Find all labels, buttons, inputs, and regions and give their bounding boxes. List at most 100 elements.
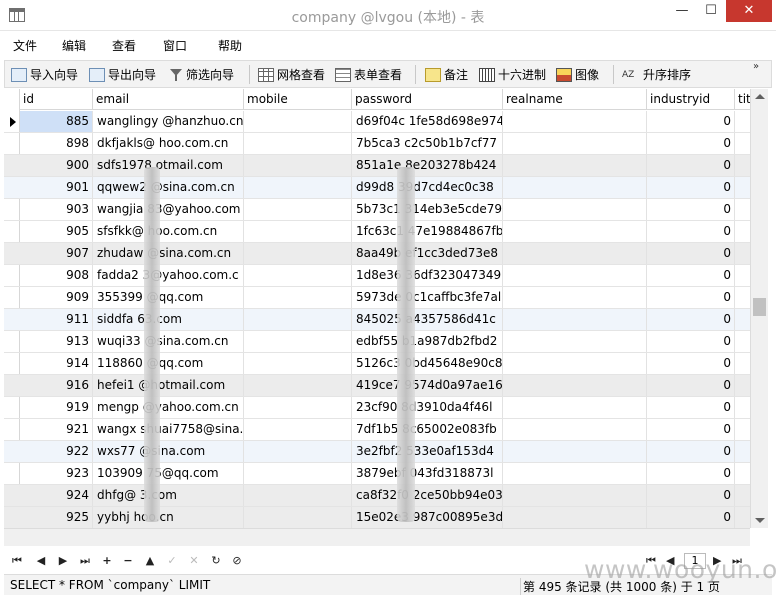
cell-title[interactable] (735, 353, 750, 374)
cell-email[interactable]: dkfjakls@ hoo.com.cn (93, 133, 244, 154)
cell-email[interactable]: qqwew2 @sina.com.cn (93, 177, 244, 198)
sort-ascending-button[interactable]: AZ 升序排序 (622, 65, 691, 84)
cell-id[interactable]: 885 (20, 111, 93, 132)
cell-industryid[interactable]: 0 (647, 133, 735, 154)
cell-password[interactable]: 1d8e36 36df323047349 (352, 265, 503, 286)
cell-mobile[interactable] (244, 177, 352, 198)
cell-mobile[interactable] (244, 243, 352, 264)
cell-password[interactable]: 7df1b5 8c65002e083fb (352, 419, 503, 440)
cell-mobile[interactable] (244, 441, 352, 462)
scroll-thumb[interactable] (753, 298, 766, 316)
cell-title[interactable] (735, 111, 750, 132)
cell-realname[interactable] (503, 507, 647, 528)
cell-industryid[interactable]: 0 (647, 463, 735, 484)
column-header-id[interactable]: id (20, 89, 93, 110)
cell-id[interactable]: 911 (20, 309, 93, 330)
cell-industryid[interactable]: 0 (647, 419, 735, 440)
cell-password[interactable]: 5b73c1 314eb3e5cde79 (352, 199, 503, 220)
scroll-up-icon[interactable] (755, 94, 765, 99)
cell-id[interactable]: 898 (20, 133, 93, 154)
horizontal-scrollbar[interactable] (4, 528, 750, 546)
cell-id[interactable]: 916 (20, 375, 93, 396)
table-row[interactable]: 905 sfsfkk@ hoo.com.cn 1fc63c1 47e19884867… (4, 221, 750, 243)
cell-password[interactable]: 7b5ca3 c2c50b1b7cf77 (352, 133, 503, 154)
cell-title[interactable] (735, 265, 750, 286)
table-row[interactable]: 925 yybhj hoo.cn 15e02e3 987c00895e3d 0 (4, 507, 750, 528)
cell-id[interactable]: 901 (20, 177, 93, 198)
move-up-button[interactable]: ▲ (143, 554, 157, 568)
minimize-button[interactable]: — (668, 0, 696, 22)
table-row[interactable]: 903 wangjia 83@yahoo.com 5b73c1 314eb3e5cd… (4, 199, 750, 221)
apply-changes-button[interactable]: ✓ (165, 554, 179, 568)
stop-button[interactable]: ⊘ (230, 554, 244, 568)
delete-record-button[interactable]: − (121, 554, 135, 568)
cell-realname[interactable] (503, 485, 647, 506)
scroll-down-icon[interactable] (755, 518, 765, 523)
hex-button[interactable]: 十六进制 (479, 65, 546, 84)
cell-password[interactable]: 23cf90 8d3910da4f46l (352, 397, 503, 418)
first-record-button[interactable]: ⏮ (10, 554, 24, 568)
cell-realname[interactable] (503, 111, 647, 132)
table-row[interactable]: 909 355399 @qq.com 5973de 0c1caffbc3fe7al 0 (4, 287, 750, 309)
cell-email[interactable]: sfsfkk@ hoo.com.cn (93, 221, 244, 242)
cell-industryid[interactable]: 0 (647, 155, 735, 176)
cell-realname[interactable] (503, 265, 647, 286)
cell-realname[interactable] (503, 221, 647, 242)
cell-realname[interactable] (503, 375, 647, 396)
menu-view[interactable]: 查看 (112, 37, 136, 54)
cell-realname[interactable] (503, 199, 647, 220)
cell-realname[interactable] (503, 243, 647, 264)
vertical-scrollbar[interactable] (750, 89, 768, 528)
memo-button[interactable]: 备注 (425, 65, 468, 84)
cell-realname[interactable] (503, 177, 647, 198)
cell-email[interactable]: 103909 75@qq.com (93, 463, 244, 484)
cell-industryid[interactable]: 0 (647, 353, 735, 374)
refresh-button[interactable]: ↻ (209, 554, 223, 568)
grid-view-button[interactable]: 网格查看 (258, 65, 325, 84)
cell-industryid[interactable]: 0 (647, 177, 735, 198)
cell-title[interactable] (735, 287, 750, 308)
cell-industryid[interactable]: 0 (647, 287, 735, 308)
cell-id[interactable]: 919 (20, 397, 93, 418)
cell-password[interactable]: edbf55 b1a987db2fbd2 (352, 331, 503, 352)
table-row[interactable]: 911 siddfa 63.com 845025 a4357586d41c 0 (4, 309, 750, 331)
cell-password[interactable]: 15e02e3 987c00895e3d (352, 507, 503, 528)
cell-password[interactable]: d69f04c 1fe58d698e974 (352, 111, 503, 132)
cell-id[interactable]: 903 (20, 199, 93, 220)
cell-industryid[interactable]: 0 (647, 243, 735, 264)
cell-mobile[interactable] (244, 221, 352, 242)
menu-window[interactable]: 窗口 (163, 37, 187, 54)
cell-email[interactable]: 355399 @qq.com (93, 287, 244, 308)
cancel-changes-button[interactable]: ✕ (187, 554, 201, 568)
cell-id[interactable]: 907 (20, 243, 93, 264)
cell-title[interactable] (735, 397, 750, 418)
cell-realname[interactable] (503, 353, 647, 374)
cell-mobile[interactable] (244, 485, 352, 506)
cell-email[interactable]: wuqi33 @sina.com.cn (93, 331, 244, 352)
cell-password[interactable]: 845025 a4357586d41c (352, 309, 503, 330)
cell-realname[interactable] (503, 287, 647, 308)
cell-email[interactable]: hefei1 @hotmail.com (93, 375, 244, 396)
add-record-button[interactable]: + (100, 554, 114, 568)
cell-email[interactable]: yybhj hoo.cn (93, 507, 244, 528)
cell-id[interactable]: 923 (20, 463, 93, 484)
cell-id[interactable]: 914 (20, 353, 93, 374)
cell-password[interactable]: 851a1e 8e203278b424 (352, 155, 503, 176)
table-row[interactable]: 924 dhfg@ 3.com ca8f32f0 2ce50bb94e03 0 (4, 485, 750, 507)
cell-id[interactable]: 924 (20, 485, 93, 506)
cell-email[interactable]: wangjia 83@yahoo.com (93, 199, 244, 220)
cell-email[interactable]: mengp @yahoo.com.cn (93, 397, 244, 418)
form-view-button[interactable]: 表单查看 (335, 65, 402, 84)
cell-id[interactable]: 921 (20, 419, 93, 440)
table-row[interactable]: 908 fadda2 3@yahoo.com.c 1d8e36 36df323047… (4, 265, 750, 287)
cell-title[interactable] (735, 133, 750, 154)
filter-wizard-button[interactable]: 筛选向导 (169, 65, 234, 84)
menu-edit[interactable]: 编辑 (62, 37, 86, 54)
cell-password[interactable]: 3e2fbf2 533e0af153d4 (352, 441, 503, 462)
column-header-industryid[interactable]: industryid (647, 89, 735, 110)
cell-title[interactable] (735, 155, 750, 176)
column-header-realname[interactable]: realname (503, 89, 647, 110)
cell-mobile[interactable] (244, 353, 352, 374)
cell-industryid[interactable]: 0 (647, 485, 735, 506)
cell-title[interactable] (735, 463, 750, 484)
